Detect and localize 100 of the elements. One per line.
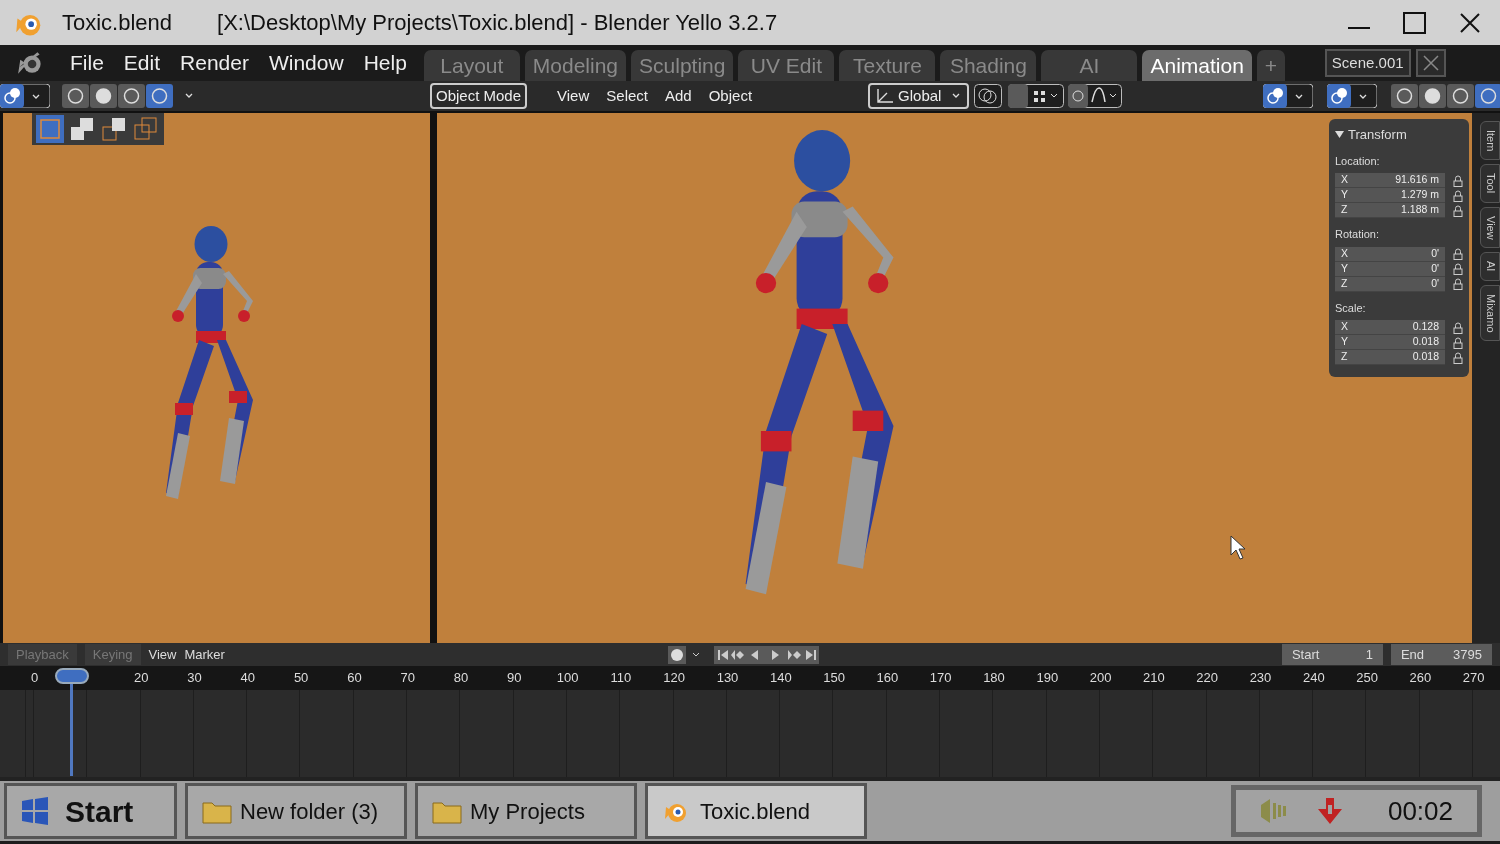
maximize-icon[interactable] xyxy=(1402,9,1428,36)
axis-icon xyxy=(876,88,895,104)
frame-number: 220 xyxy=(1195,669,1220,687)
field-value: 0.128 xyxy=(1412,319,1439,335)
frame-number: 190 xyxy=(1035,669,1060,687)
lock-icon[interactable] xyxy=(1453,336,1463,349)
playback-controls-icon[interactable] xyxy=(713,645,819,664)
caret-icon[interactable] xyxy=(184,92,194,100)
shading-mode-buttons[interactable] xyxy=(1391,84,1500,108)
overlay-toggle-button[interactable] xyxy=(1327,84,1378,108)
axis-label: Z xyxy=(1341,202,1348,218)
field-label: Start xyxy=(1291,645,1320,664)
panel-title: Transform xyxy=(1348,126,1407,144)
frame-number: 20 xyxy=(133,669,150,687)
mode-dropdown[interactable]: Object Mode xyxy=(430,82,528,110)
number-field[interactable]: X 91.616 m xyxy=(1335,173,1445,188)
timeline-menu-item[interactable]: Marker xyxy=(184,644,225,665)
frame-number: 250 xyxy=(1355,669,1379,687)
taskbar-button[interactable]: Toxic.blend xyxy=(645,783,867,839)
overlay-toggle-button[interactable] xyxy=(0,84,50,108)
start-frame-field[interactable]: Start 1 xyxy=(1281,643,1383,666)
playhead[interactable] xyxy=(55,668,91,776)
scene-close-button[interactable] xyxy=(1415,49,1446,77)
lock-icon[interactable] xyxy=(1453,263,1463,275)
lock-icon[interactable] xyxy=(1453,189,1463,202)
sidebar-tab[interactable]: Mixamo xyxy=(1480,284,1500,342)
header-menu-item[interactable]: View xyxy=(557,84,590,108)
mouse-cursor-icon xyxy=(1230,535,1246,561)
shading-mode-buttons[interactable] xyxy=(62,84,174,108)
frame-number: 60 xyxy=(346,669,363,687)
frame-number: 40 xyxy=(239,669,257,687)
sidebar-tab[interactable]: View xyxy=(1480,206,1500,249)
scene-field[interactable]: Scene.001 xyxy=(1324,48,1411,78)
group-label: Scale: xyxy=(1335,300,1367,316)
header-menu-item[interactable]: Object xyxy=(708,84,753,108)
menu-item[interactable]: Edit xyxy=(113,47,171,79)
workspace-tab[interactable]: Animation xyxy=(1142,50,1252,81)
snap-toggle-icon[interactable] xyxy=(1008,84,1065,108)
sidebar-tab[interactable]: AI xyxy=(1480,252,1500,281)
frame-number: 230 xyxy=(1248,669,1273,687)
frame-number: 0 xyxy=(30,669,40,687)
field-value: 1.279 m xyxy=(1401,187,1439,203)
field-value: 0' xyxy=(1431,275,1439,291)
taskbar-button[interactable]: New folder (3) xyxy=(185,783,407,839)
lock-icon[interactable] xyxy=(1453,351,1463,364)
number-field[interactable]: X 0' xyxy=(1335,246,1445,262)
frame-number: 70 xyxy=(399,669,416,687)
number-field[interactable]: Y 1.279 m xyxy=(1335,188,1445,203)
axis-label: X xyxy=(1341,319,1348,335)
clock: 00:02 xyxy=(1387,794,1453,828)
frame-number: 160 xyxy=(875,669,900,687)
field-label: End xyxy=(1400,645,1425,664)
pivot-point-icon[interactable] xyxy=(974,84,1003,108)
frame-number: 80 xyxy=(452,669,470,687)
gizmo-toggle-button[interactable] xyxy=(1263,84,1314,108)
frame-number: 130 xyxy=(715,669,740,687)
field-value: 0.018 xyxy=(1412,334,1439,350)
frame-number: 180 xyxy=(982,669,1006,687)
lock-icon[interactable] xyxy=(1453,278,1463,290)
lock-icon[interactable] xyxy=(1453,248,1463,260)
frame-number: 140 xyxy=(768,669,793,687)
frame-number: 50 xyxy=(292,669,310,687)
header-menu-item[interactable]: Add xyxy=(665,84,692,108)
end-frame-field[interactable]: End 3795 xyxy=(1390,643,1492,666)
lock-icon[interactable] xyxy=(1453,204,1463,217)
field-value: 3795 xyxy=(1453,645,1482,664)
proportional-edit-icon[interactable] xyxy=(1068,84,1123,108)
axis-label: X xyxy=(1341,172,1348,188)
orientation-dropdown[interactable]: Global xyxy=(868,82,970,110)
menu-item[interactable]: Help xyxy=(353,47,417,79)
number-field[interactable]: Y 0.018 xyxy=(1335,335,1445,350)
frame-number: 90 xyxy=(506,669,523,687)
timeline-menu-item[interactable]: View xyxy=(148,644,177,665)
field-value: 0' xyxy=(1431,260,1439,276)
menu-item[interactable]: Render xyxy=(170,47,259,79)
number-field[interactable]: Z 0.018 xyxy=(1335,350,1445,365)
field-value: 91.616 m xyxy=(1395,172,1439,188)
lock-icon[interactable] xyxy=(1453,321,1463,334)
download-arrow-icon xyxy=(1315,797,1344,825)
number-field[interactable]: Z 1.188 m xyxy=(1335,203,1445,218)
frame-number: 30 xyxy=(186,669,203,687)
sidebar-tab[interactable]: Tool xyxy=(1480,164,1500,203)
header-menu-item[interactable]: Select xyxy=(606,84,648,108)
number-field[interactable]: X 0.128 xyxy=(1335,320,1445,335)
close-icon xyxy=(1421,54,1440,72)
collapse-triangle-icon[interactable] xyxy=(1335,130,1344,140)
start-button[interactable]: Start xyxy=(4,783,177,839)
menu-item[interactable]: Window xyxy=(258,47,354,79)
lock-icon[interactable] xyxy=(1453,174,1463,187)
menu-item[interactable]: File xyxy=(60,47,114,79)
select-subtract-icon[interactable] xyxy=(100,115,128,143)
frame-number: 260 xyxy=(1408,669,1433,687)
frame-number: 150 xyxy=(822,669,846,687)
axis-label: X xyxy=(1341,245,1348,261)
close-icon[interactable] xyxy=(1458,10,1482,35)
select-extend-icon[interactable] xyxy=(68,115,96,143)
sidebar-tab[interactable]: Item xyxy=(1480,121,1500,161)
caret-icon xyxy=(951,92,962,100)
taskbar-button[interactable]: My Projects xyxy=(415,783,637,839)
orientation-label: Global xyxy=(898,85,942,106)
